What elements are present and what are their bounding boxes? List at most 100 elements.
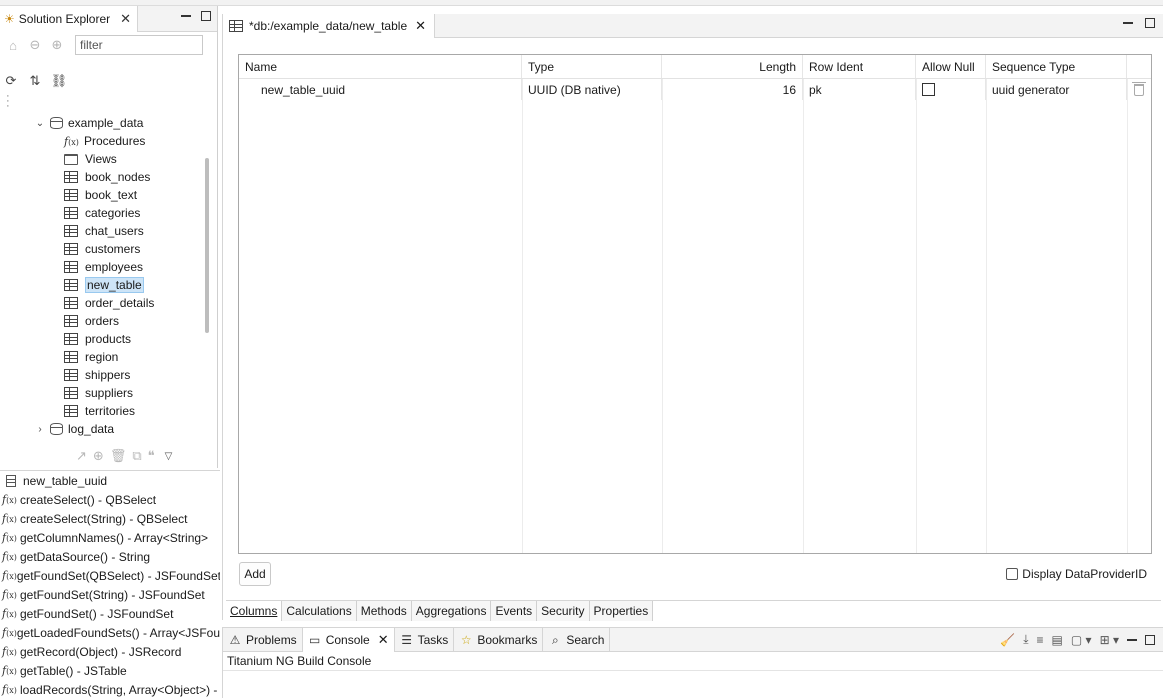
tree-item[interactable]: region xyxy=(0,348,205,366)
method-item[interactable]: f(x) getColumnNames() - Array<String> xyxy=(0,528,220,547)
header-length[interactable]: Length xyxy=(662,55,803,78)
tab-calculations[interactable]: Calculations xyxy=(282,601,357,621)
function-icon: f(x) xyxy=(2,645,17,658)
trash-icon[interactable] xyxy=(1132,81,1146,96)
tree-item[interactable]: chat_users xyxy=(0,222,205,240)
tree-item[interactable]: territories xyxy=(0,402,205,420)
close-icon[interactable]: ✕ xyxy=(378,632,389,648)
tree-item[interactable]: shippers xyxy=(0,366,205,384)
refresh-icon[interactable]: ⟳ xyxy=(2,73,20,89)
chevron-down-icon[interactable]: ▽ xyxy=(165,451,173,462)
tree-item[interactable]: order_details xyxy=(0,294,205,312)
open-icon[interactable]: ↗ xyxy=(76,448,87,464)
tree-item-label: example_data xyxy=(68,116,144,130)
tab-bookmarks[interactable]: ☆ Bookmarks xyxy=(454,628,544,652)
method-item[interactable]: f(x) getDataSource() - String xyxy=(0,547,220,566)
cell-name[interactable]: new_table_uuid xyxy=(239,79,522,100)
add-icon[interactable]: ⊕ xyxy=(93,448,104,464)
word-wrap-icon[interactable]: ≡ xyxy=(1037,633,1044,647)
chevron-down-icon[interactable]: ⌄ xyxy=(34,118,46,129)
cell-type[interactable]: UUID (DB native) xyxy=(522,79,662,100)
cell-delete[interactable] xyxy=(1127,79,1151,100)
rename-icon[interactable]: ❝ xyxy=(148,448,155,464)
pin-console-icon[interactable]: ▤ xyxy=(1052,633,1063,647)
method-item[interactable]: f(x) getRecord(Object) - JSRecord xyxy=(0,642,220,661)
method-item[interactable]: f(x) createSelect(String) - QBSelect xyxy=(0,509,220,528)
tab-console[interactable]: ▭ Console ✕ xyxy=(302,628,395,652)
cell-length[interactable]: 16 xyxy=(662,79,803,100)
tab-events[interactable]: Events xyxy=(491,601,538,621)
table-icon xyxy=(64,369,78,381)
tree-item-label: log_data xyxy=(68,422,115,436)
method-item[interactable]: f(x) createSelect() - QBSelect xyxy=(0,490,220,509)
solution-explorer-tab[interactable]: ☀ Solution Explorer ✕ xyxy=(0,6,139,32)
tree-item[interactable]: categories xyxy=(0,204,205,222)
header-sequence-type[interactable]: Sequence Type xyxy=(986,55,1127,78)
table-row[interactable]: new_table_uuid UUID (DB native) 16 pk uu… xyxy=(239,79,1151,100)
tree-item[interactable]: employees xyxy=(0,258,205,276)
tab-aggregations[interactable]: Aggregations xyxy=(411,601,492,621)
tree-item[interactable]: suppliers xyxy=(0,384,205,402)
maximize-icon[interactable] xyxy=(1145,634,1155,645)
maximize-icon[interactable] xyxy=(201,11,211,21)
cell-row-ident[interactable]: pk xyxy=(803,79,916,100)
minimize-icon[interactable] xyxy=(181,15,191,17)
copy-icon[interactable]: ⧉ xyxy=(132,448,141,464)
header-row-ident[interactable]: Row Ident xyxy=(803,55,916,78)
minimize-icon[interactable] xyxy=(1127,638,1137,641)
tree-item[interactable]: customers xyxy=(0,240,205,258)
filter-input[interactable]: filter xyxy=(75,35,203,55)
method-item[interactable]: new_table_uuid xyxy=(0,471,220,490)
tree-item[interactable]: book_text xyxy=(0,186,205,204)
tree-item[interactable]: orders xyxy=(0,312,205,330)
tab-problems[interactable]: ⚠ Problems xyxy=(223,628,303,652)
cell-allow-null[interactable] xyxy=(916,79,986,100)
collapse-all-icon[interactable]: ⇅ xyxy=(26,73,44,89)
link-icon[interactable]: ⛓ xyxy=(50,73,68,89)
tab-properties[interactable]: Properties xyxy=(589,601,654,621)
method-item[interactable]: f(x) getFoundSet(QBSelect) - JSFoundSet xyxy=(0,566,220,585)
header-type[interactable]: Type xyxy=(522,55,662,78)
tree-item[interactable]: Views xyxy=(0,150,205,168)
tree-item[interactable]: products xyxy=(0,330,205,348)
scroll-lock-icon[interactable]: ⤓ xyxy=(1023,632,1028,647)
close-icon[interactable]: ✕ xyxy=(415,18,426,34)
close-icon[interactable]: ✕ xyxy=(120,11,131,27)
tab-methods[interactable]: Methods xyxy=(356,601,412,621)
method-item[interactable]: f(x) getLoadedFoundSets() - Array<JSFou xyxy=(0,623,220,642)
back-icon[interactable]: ⊖ xyxy=(26,37,44,53)
tree-item[interactable]: book_nodes xyxy=(0,168,205,186)
tree-item[interactable]: f(x) Procedures xyxy=(0,132,205,150)
method-item[interactable]: f(x) getFoundSet() - JSFoundSet xyxy=(0,604,220,623)
method-item[interactable]: f(x) getTable() - JSTable xyxy=(0,661,220,680)
tab-columns[interactable]: Columns xyxy=(226,601,283,621)
add-column-button[interactable]: Add xyxy=(239,562,271,586)
home-icon[interactable]: ⌂ xyxy=(4,38,22,53)
tree-item[interactable]: ⌄ example_data xyxy=(0,114,205,132)
cell-sequence-type[interactable]: uuid generator xyxy=(986,79,1127,100)
tree-item[interactable]: › log_data xyxy=(0,420,205,438)
tree-item[interactable]: new_table xyxy=(0,276,205,294)
display-dataprovider-checkbox[interactable] xyxy=(1006,568,1019,580)
tab-security[interactable]: Security xyxy=(537,601,590,621)
header-allow-null[interactable]: Allow Null xyxy=(916,55,986,78)
chevron-right-icon[interactable]: › xyxy=(34,424,46,435)
tree-scrollbar[interactable] xyxy=(205,158,209,333)
tab-search[interactable]: ⌕ Search xyxy=(543,628,611,652)
clear-console-icon[interactable]: 🧹 xyxy=(1000,633,1015,647)
forward-icon[interactable]: ⊕ xyxy=(48,37,66,53)
table-icon xyxy=(64,207,78,219)
method-item[interactable]: f(x) loadRecords(String, Array<Object>) - xyxy=(0,680,220,698)
open-console-icon[interactable]: ⊞ ▾ xyxy=(1100,633,1119,647)
minimize-icon[interactable] xyxy=(1123,22,1133,24)
delete-icon[interactable]: 🗑 xyxy=(110,448,127,464)
allow-null-checkbox[interactable] xyxy=(922,83,935,96)
display-dataprovider-toggle[interactable]: Display DataProviderID xyxy=(1006,567,1147,581)
editor-tab[interactable]: *db:/example_data/new_table ✕ xyxy=(223,14,436,38)
header-name[interactable]: Name xyxy=(239,55,522,78)
display-console-icon[interactable]: ▢ ▾ xyxy=(1071,633,1092,647)
method-item[interactable]: f(x) getFoundSet(String) - JSFoundSet xyxy=(0,585,220,604)
maximize-icon[interactable] xyxy=(1145,18,1155,28)
tab-tasks[interactable]: ☰ Tasks xyxy=(395,628,455,652)
more-options-icon[interactable]: · · · xyxy=(6,91,10,112)
